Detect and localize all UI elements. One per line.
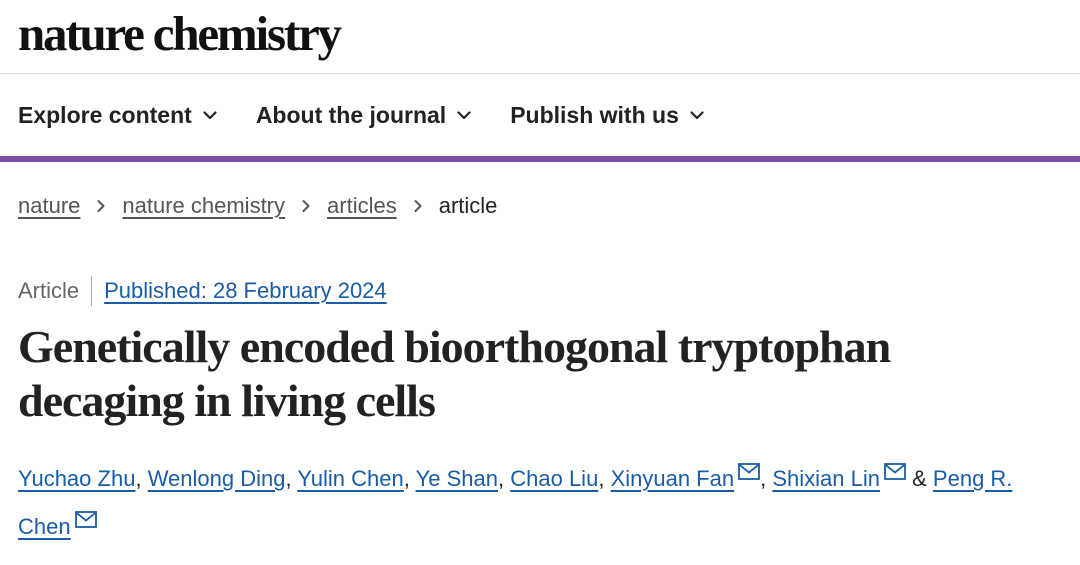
chevron-right-icon bbox=[302, 200, 310, 212]
nav-publish-with-us-label: Publish with us bbox=[510, 101, 679, 128]
mail-icon[interactable] bbox=[74, 511, 97, 528]
author-list: Yuchao Zhu, Wenlong Ding, Yulin Chen, Ye… bbox=[18, 455, 1063, 551]
article-type: Article bbox=[18, 278, 80, 303]
article-meta: Article Published: 28 February 2024 bbox=[18, 276, 387, 306]
author-link[interactable]: Yulin Chen bbox=[297, 466, 403, 491]
mail-icon[interactable] bbox=[884, 463, 906, 480]
author-link[interactable]: Chao Liu bbox=[510, 466, 598, 491]
published-date-link[interactable]: Published: 28 February 2024 bbox=[104, 278, 387, 304]
breadcrumb-link-articles[interactable]: articles bbox=[327, 193, 397, 219]
author-link[interactable]: Xinyuan Fan bbox=[611, 466, 735, 491]
nav-explore-content[interactable]: Explore content bbox=[18, 102, 218, 129]
chevron-down-icon bbox=[690, 111, 704, 120]
author-separator: , bbox=[403, 466, 410, 491]
author-name-part: Peng R. bbox=[932, 466, 1013, 491]
chevron-down-icon bbox=[457, 111, 471, 120]
nav-about-the-journal-label: About the journal bbox=[255, 101, 447, 128]
author-name-part: Chen bbox=[18, 514, 71, 539]
author-separator: , bbox=[285, 466, 292, 491]
chevron-down-icon bbox=[203, 111, 217, 120]
chevron-right-icon bbox=[414, 200, 422, 212]
breadcrumb: nature nature chemistry articles article bbox=[18, 193, 497, 219]
nav-explore-content-label: Explore content bbox=[18, 101, 192, 128]
article-title-line2: decaging in living cells bbox=[18, 375, 436, 426]
author-link[interactable]: Yuchao Zhu bbox=[18, 466, 135, 491]
nav-accent-bar bbox=[0, 156, 1080, 162]
breadcrumb-current-article: article bbox=[438, 193, 498, 218]
main-nav: Explore content About the journal Publis… bbox=[0, 74, 1080, 156]
chevron-right-icon bbox=[97, 200, 105, 212]
article-title: Genetically encoded bioorthogonal trypto… bbox=[18, 320, 1058, 428]
breadcrumb-link-nature[interactable]: nature bbox=[18, 193, 80, 219]
meta-divider bbox=[91, 276, 93, 306]
author-conjunction: & bbox=[912, 466, 927, 491]
author-link[interactable]: Ye Shan bbox=[416, 466, 498, 491]
journal-logo[interactable]: nature chemistry bbox=[18, 4, 342, 64]
nav-publish-with-us[interactable]: Publish with us bbox=[510, 102, 705, 129]
mail-icon[interactable] bbox=[738, 463, 760, 480]
author-separator: , bbox=[497, 466, 505, 491]
author-separator: , bbox=[598, 466, 605, 491]
author-link[interactable]: Wenlong Ding bbox=[148, 466, 286, 491]
breadcrumb-link-nature-chemistry[interactable]: nature chemistry bbox=[122, 193, 285, 219]
nav-about-the-journal[interactable]: About the journal bbox=[256, 102, 472, 129]
author-separator: , bbox=[135, 466, 142, 491]
author-link[interactable]: Shixian Lin bbox=[772, 466, 880, 491]
author-separator: , bbox=[760, 466, 767, 491]
article-title-line1: Genetically encoded bioorthogonal trypto… bbox=[18, 321, 891, 372]
